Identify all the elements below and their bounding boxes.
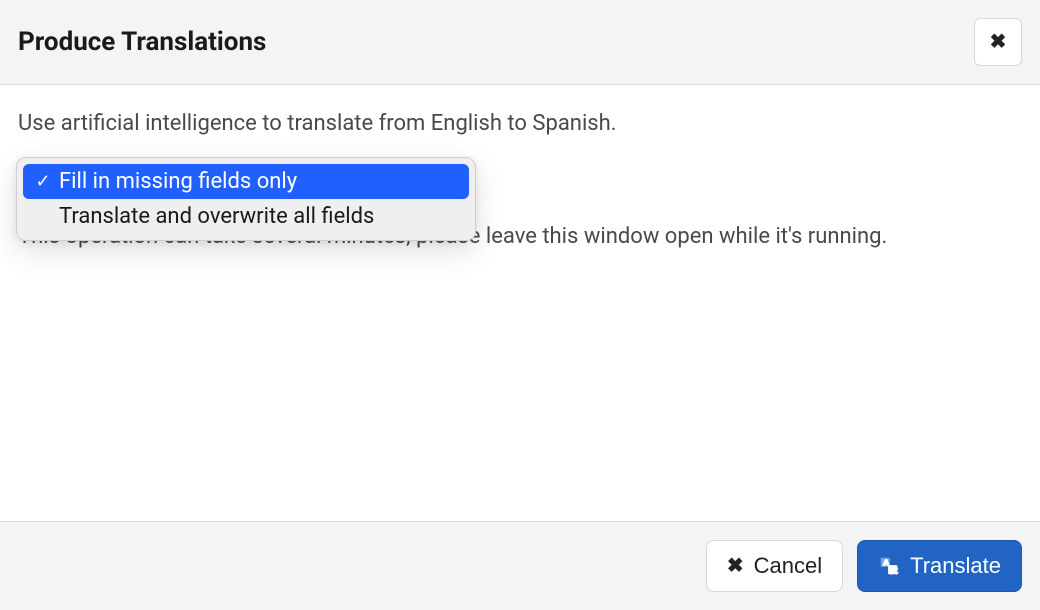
modal-footer: ✖ Cancel A 文 Translate	[0, 521, 1040, 610]
dropdown-option-overwrite-all[interactable]: ✓ Translate and overwrite all fields	[23, 199, 469, 234]
translate-icon: A 文	[878, 555, 900, 577]
modal-header: Produce Translations ✖	[0, 0, 1040, 85]
close-icon: ✖	[727, 556, 744, 576]
cancel-button[interactable]: ✖ Cancel	[706, 540, 843, 592]
translate-button[interactable]: A 文 Translate	[857, 540, 1022, 592]
mode-dropdown-menu[interactable]: ✓ Fill in missing fields only ✓ Translat…	[16, 157, 476, 241]
translate-button-label: Translate	[910, 553, 1001, 579]
dropdown-option-label: Fill in missing fields only	[59, 169, 297, 194]
close-icon: ✖	[990, 32, 1007, 52]
check-icon: ✓	[31, 171, 55, 192]
cancel-button-label: Cancel	[754, 553, 822, 579]
close-button[interactable]: ✖	[974, 18, 1022, 66]
svg-text:文: 文	[891, 565, 898, 574]
modal-title: Produce Translations	[18, 27, 266, 57]
dropdown-option-label: Translate and overwrite all fields	[59, 204, 374, 229]
svg-text:A: A	[884, 558, 890, 567]
intro-text: Use artificial intelligence to translate…	[18, 109, 1022, 140]
dropdown-option-fill-missing[interactable]: ✓ Fill in missing fields only	[23, 164, 469, 199]
